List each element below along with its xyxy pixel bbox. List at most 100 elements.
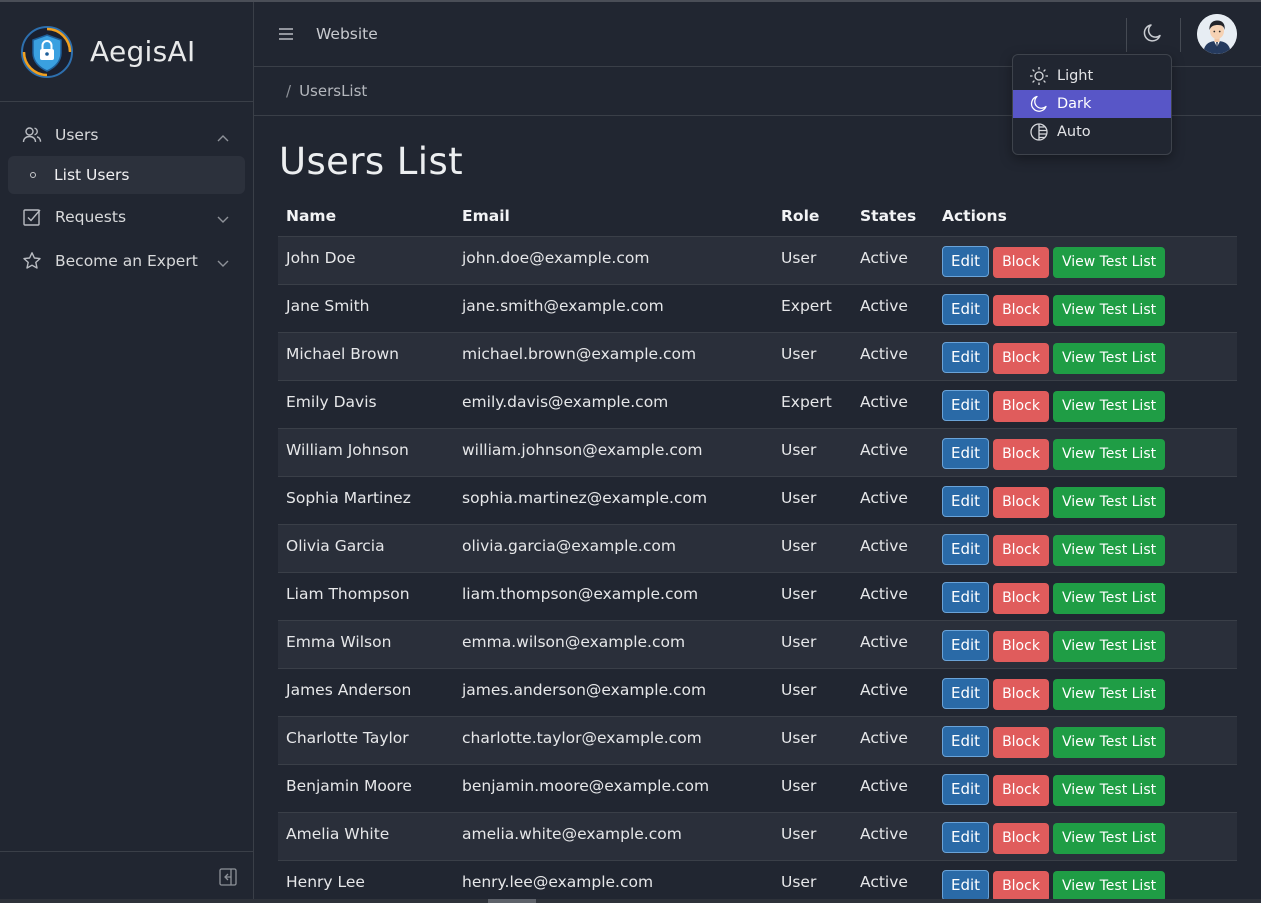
edit-button[interactable]: Edit xyxy=(942,389,990,421)
theme-option-dark[interactable]: Dark xyxy=(1013,90,1171,118)
view-test-list-button[interactable]: View Test List xyxy=(1052,342,1166,374)
block-button[interactable]: Block xyxy=(993,390,1049,422)
edit-button[interactable]: Edit xyxy=(942,581,990,613)
theme-option-light[interactable]: Light xyxy=(1013,62,1171,90)
block-button[interactable]: Block xyxy=(993,630,1049,662)
sidebar-item-list-users[interactable]: List Users xyxy=(8,156,245,194)
edit-button[interactable]: Edit xyxy=(942,773,990,805)
theme-toggle-moon-icon[interactable] xyxy=(1142,22,1164,48)
view-test-list-button[interactable]: View Test List xyxy=(1052,678,1166,710)
block-button[interactable]: Block xyxy=(993,438,1049,470)
view-test-list-button[interactable]: View Test List xyxy=(1052,534,1166,566)
cell-email: benjamin.moore@example.com xyxy=(462,776,710,795)
view-test-list-button[interactable]: View Test List xyxy=(1052,822,1166,854)
block-button[interactable]: Block xyxy=(993,822,1049,854)
block-button[interactable]: Block xyxy=(993,678,1049,710)
table-row: John Doe john.doe@example.com User Active Ed… xyxy=(278,236,1237,284)
cell-actions: Edit Block View Test List xyxy=(934,812,1237,860)
cell-email: charlotte.taylor@example.com xyxy=(462,728,702,747)
view-test-list-button[interactable]: View Test List xyxy=(1052,294,1166,326)
cell-state: Active xyxy=(860,440,908,459)
cell-email: olivia.garcia@example.com xyxy=(462,536,676,555)
view-test-list-button[interactable]: View Test List xyxy=(1052,870,1166,902)
block-button[interactable]: Block xyxy=(993,342,1049,374)
hamburger-menu-icon[interactable] xyxy=(278,26,294,45)
cell-email: amelia.white@example.com xyxy=(462,824,682,843)
block-button[interactable]: Block xyxy=(993,534,1049,566)
edit-button[interactable]: Edit xyxy=(942,677,990,709)
horizontal-scrollbar[interactable] xyxy=(0,899,1261,903)
user-avatar[interactable] xyxy=(1197,14,1237,54)
cell-name: John Doe xyxy=(286,248,356,267)
brand[interactable]: AegisAI xyxy=(0,2,253,102)
cell-actions: Edit Block View Test List xyxy=(934,764,1237,812)
cell-name: James Anderson xyxy=(286,680,412,699)
block-button[interactable]: Block xyxy=(993,774,1049,806)
cell-name: Sophia Martinez xyxy=(286,488,411,507)
cell-role: User xyxy=(781,584,817,603)
column-header-email: Email xyxy=(462,206,510,225)
bullet-icon xyxy=(30,172,36,178)
block-button[interactable]: Block xyxy=(993,870,1049,902)
edit-button[interactable]: Edit xyxy=(942,485,990,517)
view-test-list-button[interactable]: View Test List xyxy=(1052,246,1166,278)
cell-role: User xyxy=(781,776,817,795)
table-header-row: Name Email Role States Actions xyxy=(278,196,1237,236)
sidebar: AegisAI Users List Users Requests Become… xyxy=(0,2,254,903)
cell-email: john.doe@example.com xyxy=(462,248,650,267)
edit-button[interactable]: Edit xyxy=(942,437,990,469)
theme-dropdown-menu: Light Dark Auto xyxy=(1012,54,1172,155)
edit-button[interactable]: Edit xyxy=(942,725,990,757)
cell-role: User xyxy=(781,872,817,891)
block-button[interactable]: Block xyxy=(993,582,1049,614)
cell-actions: Edit Block View Test List xyxy=(934,524,1237,572)
edit-button[interactable]: Edit xyxy=(942,245,990,277)
cell-actions: Edit Block View Test List xyxy=(934,332,1237,380)
scrollbar-thumb[interactable] xyxy=(488,899,536,903)
header-website-link[interactable]: Website xyxy=(316,25,378,43)
view-test-list-button[interactable]: View Test List xyxy=(1052,390,1166,422)
view-test-list-button[interactable]: View Test List xyxy=(1052,486,1166,518)
view-test-list-button[interactable]: View Test List xyxy=(1052,726,1166,758)
edit-button[interactable]: Edit xyxy=(942,821,990,853)
table-row: William Johnson william.johnson@example.c… xyxy=(278,428,1237,476)
view-test-list-button[interactable]: View Test List xyxy=(1052,582,1166,614)
theme-option-auto[interactable]: Auto xyxy=(1013,118,1171,146)
brand-name: AegisAI xyxy=(90,35,196,68)
cell-actions: Edit Block View Test List xyxy=(934,476,1237,524)
block-button[interactable]: Block xyxy=(993,246,1049,278)
view-test-list-button[interactable]: View Test List xyxy=(1052,438,1166,470)
table-row: Henry Lee henry.lee@example.com User Active… xyxy=(278,860,1237,903)
cell-state: Active xyxy=(860,584,908,603)
edit-button[interactable]: Edit xyxy=(942,533,990,565)
cell-state: Active xyxy=(860,344,908,363)
cell-state: Active xyxy=(860,488,908,507)
sidebar-item-users[interactable]: Users xyxy=(0,114,253,156)
cell-email: sophia.martinez@example.com xyxy=(462,488,708,507)
cell-role: User xyxy=(781,344,817,363)
column-header-role: Role xyxy=(781,206,820,225)
edit-button[interactable]: Edit xyxy=(942,869,990,901)
sidebar-item-become-expert[interactable]: Become an Expert xyxy=(0,240,253,282)
block-button[interactable]: Block xyxy=(993,726,1049,758)
sidebar-collapse-icon[interactable] xyxy=(219,868,237,890)
moon-icon xyxy=(1029,94,1049,114)
cell-state: Active xyxy=(860,872,908,891)
breadcrumb: / UsersList xyxy=(286,82,367,100)
edit-button[interactable]: Edit xyxy=(942,293,990,325)
cell-email: jane.smith@example.com xyxy=(462,296,664,315)
edit-button[interactable]: Edit xyxy=(942,341,990,373)
sidebar-item-requests[interactable]: Requests xyxy=(0,196,253,238)
view-test-list-button[interactable]: View Test List xyxy=(1052,630,1166,662)
cell-name: Henry Lee xyxy=(286,872,365,891)
edit-button[interactable]: Edit xyxy=(942,629,990,661)
table-row: Charlotte Taylor charlotte.taylor@example… xyxy=(278,716,1237,764)
cell-actions: Edit Block View Test List xyxy=(934,716,1237,764)
checkbox-icon xyxy=(22,207,42,227)
cell-state: Active xyxy=(860,728,908,747)
block-button[interactable]: Block xyxy=(993,486,1049,518)
cell-state: Active xyxy=(860,392,908,411)
cell-actions: Edit Block View Test List xyxy=(934,428,1237,476)
block-button[interactable]: Block xyxy=(993,294,1049,326)
view-test-list-button[interactable]: View Test List xyxy=(1052,774,1166,806)
